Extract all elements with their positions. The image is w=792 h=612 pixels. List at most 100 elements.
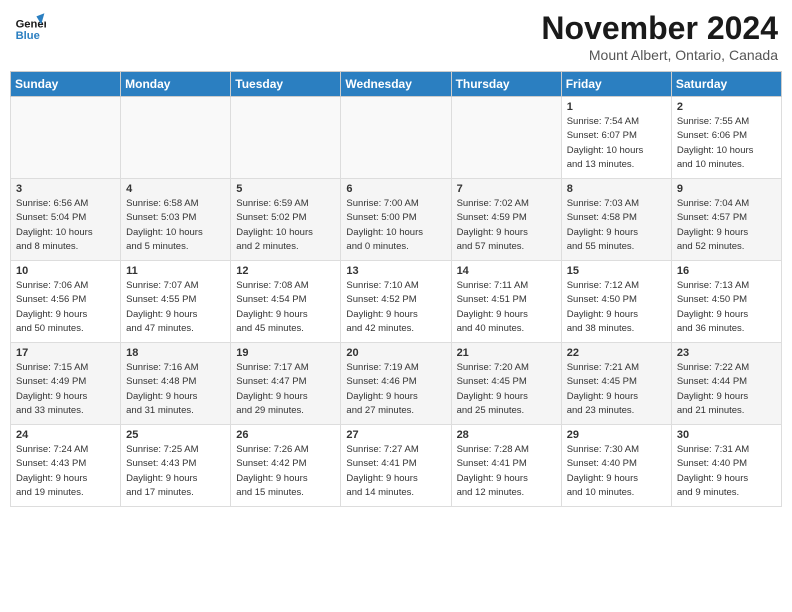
day-number: 14 [457, 265, 556, 277]
logo: General Blue [14, 10, 46, 42]
day-number: 25 [126, 429, 225, 441]
calendar-day-cell [231, 97, 341, 179]
calendar-day-cell: 18 Sunrise: 7:16 AM Sunset: 4:48 PM Dayli… [121, 343, 231, 425]
calendar-day-cell: 21Sunrise: 7:20 AM Sunset: 4:45 PM Dayli… [451, 343, 561, 425]
day-number: 1 [567, 101, 666, 113]
calendar-day-cell: 10 Sunrise: 7:06 AM Sunset: 4:56 PM Dayli… [11, 261, 121, 343]
day-info: Sunrise: 7:13 AM Sunset: 4:50 PM Dayligh… [677, 279, 776, 336]
day-number: 16 [677, 265, 776, 277]
day-info: Sunrise: 7:17 AM Sunset: 4:47 PM Dayligh… [236, 361, 335, 418]
month-title: November 2024 [541, 10, 778, 47]
day-info: Sunrise: 7:11 AM Sunset: 4:51 PM Dayligh… [457, 279, 556, 336]
calendar-day-cell: 27 Sunrise: 7:27 AM Sunset: 4:41 PM Dayli… [341, 425, 451, 507]
calendar-day-cell: 30Sunrise: 7:31 AM Sunset: 4:40 PM Dayli… [671, 425, 781, 507]
weekday-header: Friday [561, 72, 671, 97]
page-header: General Blue November 2024 Mount Albert,… [10, 10, 782, 63]
day-number: 22 [567, 347, 666, 359]
calendar-day-cell: 11 Sunrise: 7:07 AM Sunset: 4:55 PM Dayli… [121, 261, 231, 343]
day-number: 7 [457, 183, 556, 195]
day-info: Sunrise: 7:27 AM Sunset: 4:41 PM Dayligh… [346, 443, 445, 500]
calendar-day-cell: 8Sunrise: 7:03 AM Sunset: 4:58 PM Daylig… [561, 179, 671, 261]
day-info: Sunrise: 7:28 AM Sunset: 4:41 PM Dayligh… [457, 443, 556, 500]
calendar-week-row: 3 Sunrise: 6:56 AM Sunset: 5:04 PM Daylig… [11, 179, 782, 261]
location: Mount Albert, Ontario, Canada [541, 47, 778, 63]
day-number: 28 [457, 429, 556, 441]
day-number: 23 [677, 347, 776, 359]
calendar-week-row: 10 Sunrise: 7:06 AM Sunset: 4:56 PM Dayli… [11, 261, 782, 343]
day-info: Sunrise: 7:12 AM Sunset: 4:50 PM Dayligh… [567, 279, 666, 336]
day-number: 18 [126, 347, 225, 359]
calendar-day-cell: 25 Sunrise: 7:25 AM Sunset: 4:43 PM Dayli… [121, 425, 231, 507]
calendar-day-cell: 6Sunrise: 7:00 AM Sunset: 5:00 PM Daylig… [341, 179, 451, 261]
calendar-table: SundayMondayTuesdayWednesdayThursdayFrid… [10, 71, 782, 507]
calendar-header-row: SundayMondayTuesdayWednesdayThursdayFrid… [11, 72, 782, 97]
calendar-day-cell: 29 Sunrise: 7:30 AM Sunset: 4:40 PM Dayli… [561, 425, 671, 507]
weekday-header: Saturday [671, 72, 781, 97]
day-number: 9 [677, 183, 776, 195]
day-info: Sunrise: 7:00 AM Sunset: 5:00 PM Dayligh… [346, 197, 445, 254]
day-number: 4 [126, 183, 225, 195]
calendar-day-cell: 4 Sunrise: 6:58 AM Sunset: 5:03 PM Daylig… [121, 179, 231, 261]
calendar-day-cell: 9 Sunrise: 7:04 AM Sunset: 4:57 PM Daylig… [671, 179, 781, 261]
calendar-day-cell: 1 Sunrise: 7:54 AM Sunset: 6:07 PM Daylig… [561, 97, 671, 179]
day-info: Sunrise: 7:16 AM Sunset: 4:48 PM Dayligh… [126, 361, 225, 418]
day-number: 11 [126, 265, 225, 277]
day-number: 8 [567, 183, 666, 195]
calendar-day-cell: 13 Sunrise: 7:10 AM Sunset: 4:52 PM Dayli… [341, 261, 451, 343]
calendar-week-row: 1 Sunrise: 7:54 AM Sunset: 6:07 PM Daylig… [11, 97, 782, 179]
day-number: 2 [677, 101, 776, 113]
calendar-day-cell: 3 Sunrise: 6:56 AM Sunset: 5:04 PM Daylig… [11, 179, 121, 261]
logo-icon: General Blue [14, 10, 46, 42]
calendar-day-cell [121, 97, 231, 179]
day-info: Sunrise: 7:10 AM Sunset: 4:52 PM Dayligh… [346, 279, 445, 336]
weekday-header: Monday [121, 72, 231, 97]
day-number: 3 [16, 183, 115, 195]
calendar-day-cell: 22 Sunrise: 7:21 AM Sunset: 4:45 PM Dayli… [561, 343, 671, 425]
day-info: Sunrise: 7:30 AM Sunset: 4:40 PM Dayligh… [567, 443, 666, 500]
calendar-day-cell: 20 Sunrise: 7:19 AM Sunset: 4:46 PM Dayli… [341, 343, 451, 425]
day-number: 26 [236, 429, 335, 441]
day-number: 20 [346, 347, 445, 359]
day-info: Sunrise: 7:55 AM Sunset: 6:06 PM Dayligh… [677, 115, 776, 172]
day-info: Sunrise: 7:22 AM Sunset: 4:44 PM Dayligh… [677, 361, 776, 418]
day-info: Sunrise: 7:54 AM Sunset: 6:07 PM Dayligh… [567, 115, 666, 172]
day-number: 27 [346, 429, 445, 441]
weekday-header: Wednesday [341, 72, 451, 97]
day-info: Sunrise: 7:19 AM Sunset: 4:46 PM Dayligh… [346, 361, 445, 418]
day-number: 15 [567, 265, 666, 277]
weekday-header: Tuesday [231, 72, 341, 97]
day-info: Sunrise: 7:31 AM Sunset: 4:40 PM Dayligh… [677, 443, 776, 500]
calendar-day-cell: 2 Sunrise: 7:55 AM Sunset: 6:06 PM Daylig… [671, 97, 781, 179]
calendar-week-row: 24 Sunrise: 7:24 AM Sunset: 4:43 PM Dayli… [11, 425, 782, 507]
day-info: Sunrise: 7:20 AM Sunset: 4:45 PM Dayligh… [457, 361, 556, 418]
day-info: Sunrise: 7:02 AM Sunset: 4:59 PM Dayligh… [457, 197, 556, 254]
calendar-day-cell: 26Sunrise: 7:26 AM Sunset: 4:42 PM Dayli… [231, 425, 341, 507]
day-info: Sunrise: 6:56 AM Sunset: 5:04 PM Dayligh… [16, 197, 115, 254]
day-info: Sunrise: 7:21 AM Sunset: 4:45 PM Dayligh… [567, 361, 666, 418]
calendar-day-cell: 16 Sunrise: 7:13 AM Sunset: 4:50 PM Dayli… [671, 261, 781, 343]
day-number: 10 [16, 265, 115, 277]
day-number: 24 [16, 429, 115, 441]
calendar-body: 1 Sunrise: 7:54 AM Sunset: 6:07 PM Daylig… [11, 97, 782, 507]
day-info: Sunrise: 7:25 AM Sunset: 4:43 PM Dayligh… [126, 443, 225, 500]
day-info: Sunrise: 7:24 AM Sunset: 4:43 PM Dayligh… [16, 443, 115, 500]
day-number: 5 [236, 183, 335, 195]
day-info: Sunrise: 7:06 AM Sunset: 4:56 PM Dayligh… [16, 279, 115, 336]
calendar-day-cell [451, 97, 561, 179]
calendar-day-cell: 23 Sunrise: 7:22 AM Sunset: 4:44 PM Dayli… [671, 343, 781, 425]
day-info: Sunrise: 7:04 AM Sunset: 4:57 PM Dayligh… [677, 197, 776, 254]
day-info: Sunrise: 7:07 AM Sunset: 4:55 PM Dayligh… [126, 279, 225, 336]
calendar-day-cell: 28 Sunrise: 7:28 AM Sunset: 4:41 PM Dayli… [451, 425, 561, 507]
day-number: 29 [567, 429, 666, 441]
day-number: 13 [346, 265, 445, 277]
weekday-header: Sunday [11, 72, 121, 97]
calendar-day-cell: 7 Sunrise: 7:02 AM Sunset: 4:59 PM Daylig… [451, 179, 561, 261]
day-info: Sunrise: 7:15 AM Sunset: 4:49 PM Dayligh… [16, 361, 115, 418]
calendar-day-cell [341, 97, 451, 179]
day-number: 19 [236, 347, 335, 359]
calendar-week-row: 17Sunrise: 7:15 AM Sunset: 4:49 PM Dayli… [11, 343, 782, 425]
weekday-header: Thursday [451, 72, 561, 97]
day-info: Sunrise: 6:58 AM Sunset: 5:03 PM Dayligh… [126, 197, 225, 254]
day-info: Sunrise: 7:08 AM Sunset: 4:54 PM Dayligh… [236, 279, 335, 336]
calendar-day-cell [11, 97, 121, 179]
